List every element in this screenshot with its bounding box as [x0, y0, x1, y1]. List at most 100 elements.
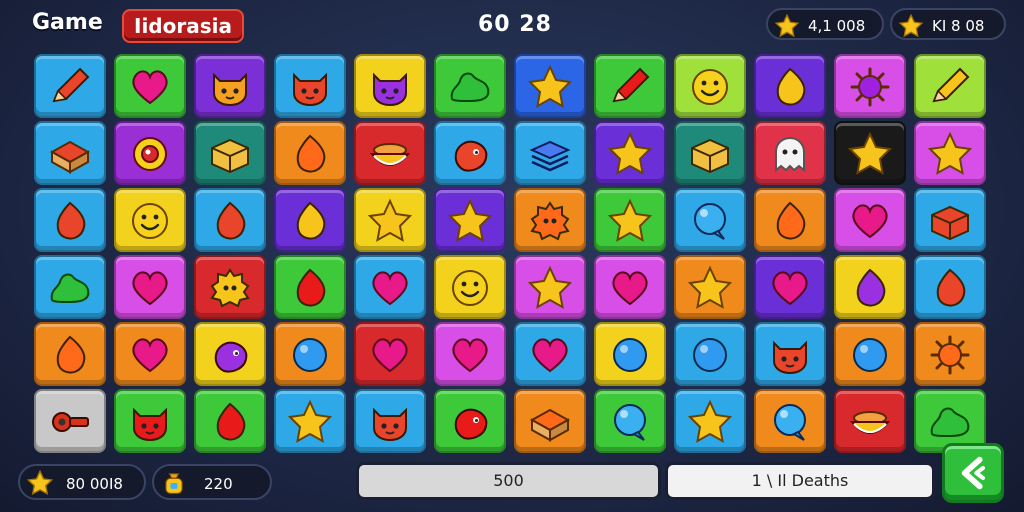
tile-stack[interactable] — [514, 121, 586, 185]
pencil-icon — [612, 67, 650, 103]
tile-smile[interactable] — [434, 255, 506, 319]
tile-star[interactable] — [594, 121, 666, 185]
tile-pet[interactable] — [354, 389, 426, 453]
smile-icon — [132, 203, 168, 239]
game-board — [34, 54, 994, 453]
smile-icon — [692, 69, 728, 105]
tile-pet[interactable] — [354, 54, 426, 118]
tile-star[interactable] — [674, 389, 746, 453]
bowl-icon — [849, 411, 891, 434]
tile-drop[interactable] — [34, 322, 106, 386]
tile-star[interactable] — [514, 54, 586, 118]
tile-smile[interactable] — [114, 188, 186, 252]
tile-circle[interactable] — [674, 322, 746, 386]
tile-drop[interactable] — [194, 188, 266, 252]
tile-drop[interactable] — [274, 121, 346, 185]
tile-heart[interactable] — [434, 322, 506, 386]
tile-ghost[interactable] — [754, 121, 826, 185]
tile-drop[interactable] — [754, 188, 826, 252]
tile-pet[interactable] — [274, 54, 346, 118]
item-pill[interactable]: 220 — [152, 464, 272, 500]
tile-bowl[interactable] — [354, 121, 426, 185]
pencil-icon — [52, 67, 90, 103]
tile-star[interactable] — [914, 121, 986, 185]
tile-pencil[interactable] — [34, 54, 106, 118]
circle-icon — [693, 338, 727, 372]
tile-heart[interactable] — [114, 322, 186, 386]
tile-drop[interactable] — [834, 255, 906, 319]
star-icon — [898, 13, 924, 38]
tile-heart[interactable] — [834, 188, 906, 252]
pet-icon — [773, 340, 807, 375]
tile-bowl[interactable] — [834, 389, 906, 453]
tile-bubble[interactable] — [594, 389, 666, 453]
coins-pill[interactable]: 80 00I8 — [18, 464, 146, 500]
tile-heart[interactable] — [754, 255, 826, 319]
tile-pet[interactable] — [754, 322, 826, 386]
stat-pill-2[interactable]: KI 8 08 — [890, 8, 1006, 40]
tile-bird[interactable] — [434, 389, 506, 453]
bowl-icon — [369, 143, 411, 166]
tile-bubble[interactable] — [674, 188, 746, 252]
progress-value: 500 — [493, 471, 524, 490]
tile-flower[interactable] — [114, 121, 186, 185]
game-title-badge: Iidorasia — [122, 9, 244, 43]
box-icon — [691, 138, 729, 174]
tile-pencil[interactable] — [594, 54, 666, 118]
tile-heart[interactable] — [114, 255, 186, 319]
tile-star[interactable] — [434, 188, 506, 252]
heart-icon — [372, 271, 408, 306]
tile-heart[interactable] — [114, 54, 186, 118]
tile-drop[interactable] — [34, 188, 106, 252]
tile-circle[interactable] — [274, 322, 346, 386]
tile-drop[interactable] — [914, 255, 986, 319]
tile-heart[interactable] — [354, 255, 426, 319]
tile-heart[interactable] — [514, 322, 586, 386]
tile-smile[interactable] — [674, 54, 746, 118]
tile-circle[interactable] — [834, 322, 906, 386]
tile-drop[interactable] — [274, 255, 346, 319]
tile-bubble[interactable] — [754, 389, 826, 453]
tile-drop[interactable] — [194, 389, 266, 453]
tile-sun[interactable] — [914, 322, 986, 386]
heart-icon — [772, 271, 808, 306]
next-button[interactable] — [942, 443, 1004, 503]
tile-key[interactable] — [34, 389, 106, 453]
tile-bird[interactable] — [194, 322, 266, 386]
stat-pill-1[interactable]: 4,1 008 — [766, 8, 884, 40]
tile-drop[interactable] — [274, 188, 346, 252]
tile-pencil[interactable] — [914, 54, 986, 118]
tile-box[interactable] — [914, 188, 986, 252]
star-icon — [287, 399, 333, 443]
tile-box[interactable] — [674, 121, 746, 185]
drop-icon — [216, 402, 246, 441]
tile-cake[interactable] — [514, 389, 586, 453]
tile-star[interactable] — [354, 188, 426, 252]
heart-icon — [852, 204, 888, 239]
heart-icon — [132, 338, 168, 373]
tile-star[interactable] — [674, 255, 746, 319]
star-icon — [607, 198, 653, 242]
tile-cake[interactable] — [34, 121, 106, 185]
tile-pet[interactable] — [194, 54, 266, 118]
circle-icon — [613, 338, 647, 372]
gear-icon — [530, 201, 570, 241]
tile-sun[interactable] — [834, 54, 906, 118]
tile-blob[interactable] — [34, 255, 106, 319]
pet-icon — [213, 72, 247, 107]
tile-box[interactable] — [194, 121, 266, 185]
tile-circle[interactable] — [594, 322, 666, 386]
tile-pet[interactable] — [114, 389, 186, 453]
tile-star[interactable] — [274, 389, 346, 453]
tile-bird[interactable] — [434, 121, 506, 185]
tile-gear[interactable] — [194, 255, 266, 319]
tile-star[interactable] — [834, 121, 906, 185]
tile-gear[interactable] — [514, 188, 586, 252]
tile-blob[interactable] — [434, 54, 506, 118]
tile-heart[interactable] — [354, 322, 426, 386]
tile-drop[interactable] — [754, 54, 826, 118]
star-icon — [527, 64, 573, 108]
tile-star[interactable] — [594, 188, 666, 252]
tile-star[interactable] — [514, 255, 586, 319]
tile-heart[interactable] — [594, 255, 666, 319]
